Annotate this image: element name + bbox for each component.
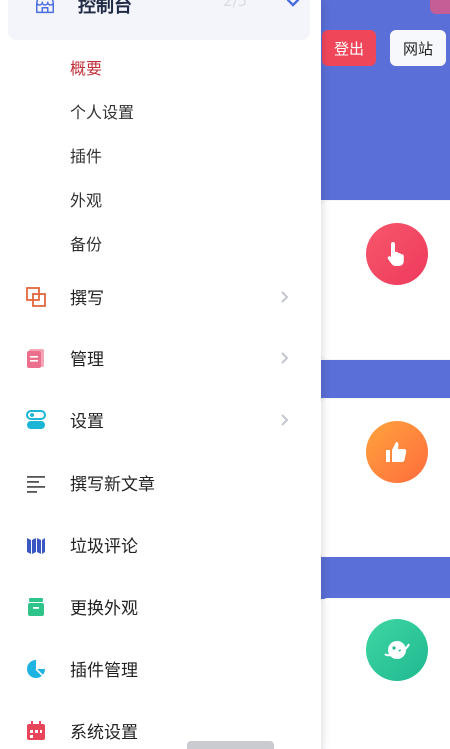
menu-item-label: 更换外观 <box>70 599 138 619</box>
menu-group-dashboard[interactable]: 控制台 2/5 <box>8 0 310 40</box>
side-drawer: 控制台 2/5 概要 个人设置 插件 外观 备份 撰写 管理 设置 撰写新文章 … <box>0 0 321 749</box>
system-settings-icon <box>27 721 45 740</box>
menu-item-new-post[interactable]: 撰写新文章 <box>0 464 321 504</box>
settings-icon <box>26 410 46 429</box>
header-accent <box>430 0 450 14</box>
menu-item-label: 撰写新文章 <box>70 475 155 495</box>
menu-item-label: 系统设置 <box>70 723 138 743</box>
menu-group-label: 控制台 <box>78 0 132 17</box>
menu-item-label: 插件管理 <box>70 661 138 681</box>
menu-item-theme[interactable]: 更换外观 <box>0 588 321 628</box>
pointer-hand-icon <box>366 223 428 285</box>
menu-item-label: 管理 <box>70 350 104 370</box>
scroll-handle[interactable] <box>187 741 274 749</box>
menu-item-plugin-manage[interactable]: 插件管理 <box>0 650 321 690</box>
chevron-right-icon <box>281 352 289 364</box>
logout-button[interactable]: 登出 <box>322 30 376 66</box>
theme-icon <box>28 598 44 616</box>
chevron-down-icon <box>286 0 300 7</box>
sub-item-overview[interactable]: 概要 <box>70 55 102 79</box>
menu-item-label: 设置 <box>70 412 104 432</box>
sub-item-appearance[interactable]: 外观 <box>70 187 102 211</box>
menu-item-spam[interactable]: 垃圾评论 <box>0 526 321 566</box>
sub-item-backup[interactable]: 备份 <box>70 231 102 255</box>
chevron-right-icon <box>281 414 289 426</box>
band-middle <box>320 360 450 398</box>
spam-icon <box>27 538 45 554</box>
write-icon <box>26 287 46 307</box>
menu-item-write[interactable]: 撰写 <box>0 278 321 318</box>
thumbs-up-icon <box>366 421 428 483</box>
menu-item-label: 垃圾评论 <box>70 537 138 557</box>
store-icon <box>36 0 54 14</box>
sub-item-plugins[interactable]: 插件 <box>70 143 102 167</box>
chevron-right-icon <box>281 291 289 303</box>
plugin-manage-icon <box>27 660 45 678</box>
new-post-icon <box>27 476 45 493</box>
menu-group-count: 2/5 <box>223 0 248 10</box>
manage-icon <box>27 349 44 368</box>
band-lower <box>320 557 450 599</box>
planet-icon <box>366 619 428 681</box>
site-button[interactable]: 网站 <box>390 30 446 66</box>
sub-item-profile[interactable]: 个人设置 <box>70 99 134 123</box>
menu-item-settings[interactable]: 设置 <box>0 401 321 441</box>
menu-item-manage[interactable]: 管理 <box>0 339 321 379</box>
menu-item-label: 撰写 <box>70 289 104 309</box>
